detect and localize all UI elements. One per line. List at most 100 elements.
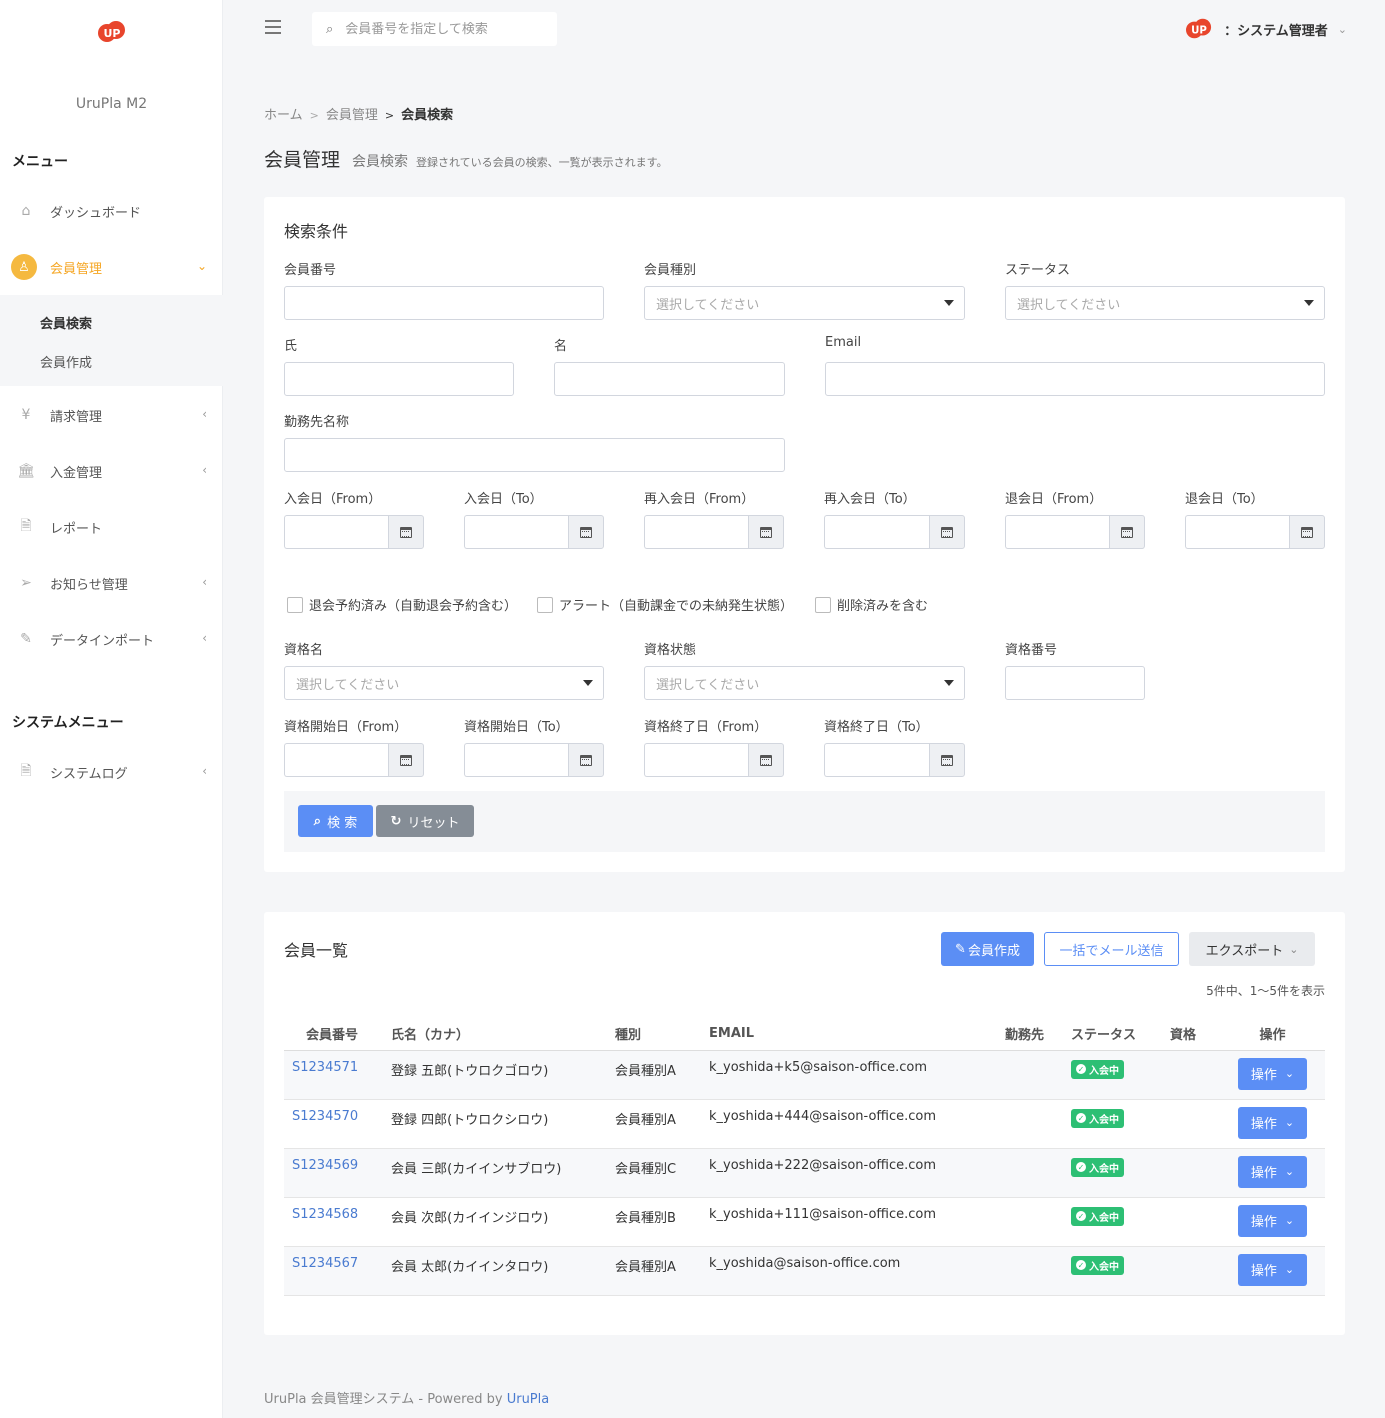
member-no-input[interactable]	[284, 286, 604, 320]
member-id-link[interactable]: S1234571	[284, 1050, 383, 1100]
calendar-button[interactable]	[388, 515, 424, 549]
col-name[interactable]: 氏名（カナ）	[383, 1018, 607, 1051]
calendar-button[interactable]	[1109, 515, 1145, 549]
leave-from-input[interactable]	[1005, 515, 1109, 549]
rejoin-from-input[interactable]	[644, 515, 748, 549]
create-member-button[interactable]: ✎ 会員作成	[941, 932, 1034, 966]
sidebar-item-notices[interactable]: ➢ お知らせ管理 ‹	[0, 563, 223, 603]
submenu-member-search[interactable]: 会員検索	[40, 313, 92, 332]
actions-dropdown-button[interactable]: 操作 ⌄	[1238, 1253, 1307, 1286]
page-title: 会員管理 会員検索 登録されている会員の検索、一覧が表示されます。	[264, 145, 668, 172]
actions-dropdown-button[interactable]: 操作 ⌄	[1238, 1155, 1307, 1188]
qual-end-from-label: 資格終了日（From）	[644, 720, 768, 735]
actions-dropdown-button[interactable]: 操作 ⌄	[1238, 1204, 1307, 1237]
rejoin-to-input[interactable]	[824, 515, 929, 549]
calendar-icon	[400, 754, 412, 766]
qual-name-select[interactable]: 選択してください	[284, 666, 604, 700]
calendar-button[interactable]	[568, 515, 604, 549]
sidebar-item-import[interactable]: ✎ データインポート ‹	[0, 619, 223, 659]
sidebar-item-system-log[interactable]: 🗎 システムログ ‹	[0, 752, 223, 792]
first-name-input[interactable]	[554, 362, 785, 396]
checkbox-leave-reserved[interactable]: 退会予約済み（自動退会予約含む）	[287, 595, 517, 614]
search-button[interactable]: ⌕ 検 索	[298, 805, 373, 837]
calendar-button[interactable]	[1289, 515, 1325, 549]
checkbox[interactable]	[537, 596, 553, 613]
member-email: k_yoshida+444@saison-office.com	[701, 1099, 997, 1149]
member-type-select[interactable]: 選択してください	[644, 286, 965, 320]
check-circle-icon: ✓	[1076, 1113, 1086, 1123]
qual-end-to-input[interactable]	[824, 743, 929, 777]
export-dropdown-button[interactable]: エクスポート ⌄	[1189, 932, 1315, 966]
chevron-down-icon: ⌄	[1284, 1165, 1295, 1178]
sidebar-item-report[interactable]: 🗎 レポート	[0, 507, 223, 547]
checkbox-alert[interactable]: アラート（自動課金での未納発生状態）	[537, 595, 793, 614]
join-to-input[interactable]	[464, 515, 568, 549]
col-company[interactable]: 勤務先	[997, 1018, 1063, 1051]
footer-link[interactable]: UruPla	[507, 1392, 550, 1407]
member-id-link[interactable]: S1234567	[284, 1246, 383, 1296]
sidebar-item-payments[interactable]: 🏛 入金管理 ‹	[0, 451, 223, 491]
submenu: 会員検索 会員作成	[0, 295, 223, 386]
calendar-button[interactable]	[568, 743, 604, 777]
checkbox[interactable]	[815, 596, 831, 613]
member-id-link[interactable]: S1234569	[284, 1148, 383, 1198]
email-input[interactable]	[825, 362, 1325, 396]
sidebar-item-dashboard[interactable]: ⌂ ダッシュボード	[0, 191, 223, 231]
status-badge-label: 入会中	[1089, 1114, 1119, 1126]
qual-end-from-input[interactable]	[644, 743, 748, 777]
col-type[interactable]: 種別	[607, 1018, 701, 1051]
last-name-input[interactable]	[284, 362, 514, 396]
qual-start-from-input[interactable]	[284, 743, 388, 777]
email-label: Email	[825, 335, 862, 350]
calendar-icon	[941, 754, 953, 766]
member-status: ✓ 入会中	[1063, 1148, 1162, 1198]
member-id-link[interactable]: S1234570	[284, 1099, 383, 1149]
checkbox-include-deleted[interactable]: 削除済みを含む	[815, 595, 928, 614]
member-list-card: 会員一覧 ✎ 会員作成 一括でメール送信 エクスポート ⌄ 5件中、1〜5件を表示 …	[264, 912, 1345, 1335]
urupla-logo[interactable]: UP	[96, 18, 128, 46]
reset-button[interactable]: ↻ リセット	[376, 805, 474, 837]
chevron-down-icon: ⌄	[1337, 22, 1347, 36]
member-actions: 操作 ⌄	[1220, 1099, 1325, 1149]
member-actions: 操作 ⌄	[1220, 1197, 1325, 1247]
chevron-down-icon: ⌄	[1284, 1067, 1295, 1080]
bulk-mail-button[interactable]: 一括でメール送信	[1044, 932, 1179, 966]
sidebar-item-members[interactable]: ♙ 会員管理 ⌄	[0, 247, 223, 287]
member-status: ✓ 入会中	[1063, 1246, 1162, 1296]
qual-state-select[interactable]: 選択してください	[644, 666, 965, 700]
checkbox[interactable]	[287, 596, 303, 613]
sidebar-item-billing[interactable]: ¥ 請求管理 ‹	[0, 395, 223, 435]
submenu-member-create[interactable]: 会員作成	[40, 352, 92, 371]
member-id-link[interactable]: S1234568	[284, 1197, 383, 1247]
menu-heading: メニュー	[12, 154, 68, 170]
select-placeholder: 選択してください	[656, 677, 760, 693]
qual-start-to-input[interactable]	[464, 743, 568, 777]
breadcrumb-home[interactable]: ホーム	[264, 108, 303, 123]
col-status[interactable]: ステータス	[1063, 1018, 1162, 1051]
hamburger-menu-icon[interactable]	[265, 20, 281, 34]
status-select[interactable]: 選択してください	[1005, 286, 1325, 320]
company-input[interactable]	[284, 438, 785, 472]
col-email[interactable]: EMAIL	[701, 1018, 997, 1051]
join-from-input[interactable]	[284, 515, 388, 549]
actions-dropdown-button[interactable]: 操作 ⌄	[1238, 1057, 1307, 1090]
actions-dropdown-button[interactable]: 操作 ⌄	[1238, 1106, 1307, 1139]
calendar-button[interactable]	[388, 743, 424, 777]
member-type: 会員種別A	[607, 1050, 701, 1100]
calendar-button[interactable]	[748, 515, 784, 549]
qual-no-input[interactable]	[1005, 666, 1145, 700]
col-qual[interactable]: 資格	[1162, 1018, 1220, 1051]
col-member-no[interactable]: 会員番号	[284, 1018, 383, 1051]
caret-down-icon	[1304, 300, 1314, 306]
leave-to-input[interactable]	[1185, 515, 1289, 549]
join-to-date	[464, 515, 604, 549]
user-menu[interactable]: UP ：システム管理者 ⌄	[1184, 16, 1347, 42]
calendar-button[interactable]	[748, 743, 784, 777]
breadcrumb-members[interactable]: 会員管理	[326, 108, 378, 123]
calendar-button[interactable]	[929, 743, 965, 777]
header-search: ⌕	[312, 12, 557, 46]
sidebar-item-label: 会員管理	[50, 261, 103, 277]
calendar-button[interactable]	[929, 515, 965, 549]
checkbox-label: 退会予約済み（自動退会予約含む）	[309, 599, 518, 614]
search-input[interactable]	[345, 21, 546, 37]
